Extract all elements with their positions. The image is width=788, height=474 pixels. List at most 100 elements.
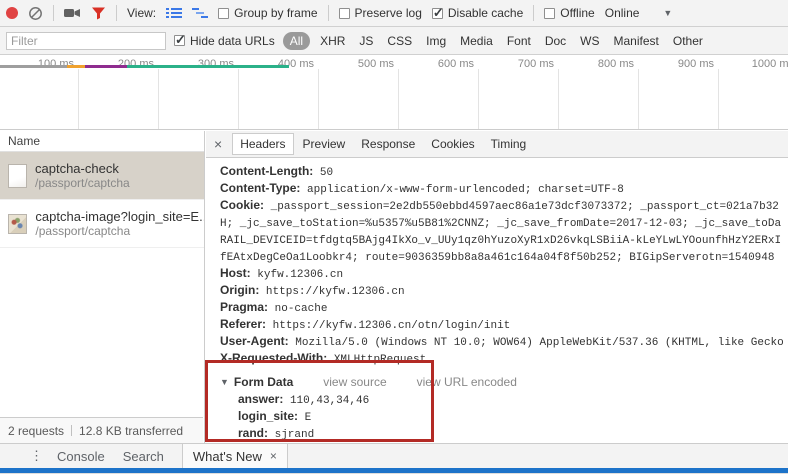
timeline-tick-label: 500 ms: [357, 58, 394, 70]
tab-headers[interactable]: Headers: [232, 133, 294, 155]
header-value-continuation: H; _jc_save_toStation=%u5357%u5B81%2CNNZ…: [220, 218, 782, 230]
filter-button[interactable]: [91, 6, 106, 20]
param-name: answer:: [238, 392, 284, 406]
filter-type-font[interactable]: Font: [503, 32, 535, 50]
header-name: Content-Type:: [220, 181, 301, 195]
disclosure-triangle-icon: ▼: [220, 377, 229, 387]
filter-type-ws[interactable]: WS: [576, 32, 603, 50]
close-icon[interactable]: ×: [212, 136, 230, 152]
resource-type-filters: All XHR JS CSS Img Media Font Doc WS Manifest Othe…: [282, 31, 707, 50]
transferred-size: 12.8 KB transferred: [79, 423, 184, 438]
toolbar-separator: [116, 5, 117, 21]
request-row-captcha-check[interactable]: captcha-check/passport/captcha: [0, 152, 204, 200]
timeline-gridline: [318, 69, 319, 129]
tab-whats-new[interactable]: What's New ×: [181, 444, 288, 468]
param-value: 110,43,34,46: [283, 395, 370, 407]
offline-checkbox[interactable]: Offline: [544, 6, 595, 20]
timeline-tick-label: 900 ms: [677, 58, 714, 70]
devtools-network-panel: View: Group by frame Preserve log Disabl…: [0, 0, 788, 474]
requests-count: 2 requests: [8, 423, 65, 438]
filter-type-doc[interactable]: Doc: [541, 32, 570, 50]
form-data-section-header[interactable]: ▼ Form Data view source view URL encoded: [220, 374, 788, 391]
tab-preview[interactable]: Preview: [296, 134, 353, 154]
throttling-select[interactable]: Online: [605, 6, 640, 20]
view-url-encoded-link[interactable]: view URL encoded: [417, 374, 517, 391]
preserve-log-checkbox[interactable]: Preserve log: [338, 6, 422, 20]
overview-activity-segment: [85, 65, 127, 68]
request-text: captcha-check/passport/captcha: [35, 161, 130, 190]
chevron-down-icon[interactable]: ▼: [663, 8, 672, 18]
hide-data-urls-checkbox[interactable]: Hide data URLs: [174, 32, 275, 48]
header-line: User-Agent: Mozilla/5.0 (Windows NT 10.0…: [220, 333, 788, 350]
timeline-gridline: [78, 69, 79, 129]
network-overview-timeline[interactable]: 100 ms 200 ms 300 ms 400 ms 500 ms 600 ms 700 …: [0, 55, 788, 130]
show-overview-button[interactable]: [192, 7, 209, 19]
header-name: Origin:: [220, 283, 260, 297]
header-value: 50: [313, 167, 334, 179]
request-name: captcha-image?login_site=E...: [35, 209, 204, 224]
summary-divider: [71, 425, 73, 436]
filter-type-all[interactable]: All: [282, 31, 311, 50]
filter-type-css[interactable]: CSS: [383, 32, 416, 50]
request-row-captcha-image[interactable]: captcha-image?login_site=E.../passport/c…: [0, 200, 204, 248]
form-data-title: Form Data: [233, 375, 294, 389]
header-line: Host: kyfw.12306.cn: [220, 265, 788, 282]
name-column-header[interactable]: Name: [0, 131, 204, 152]
header-value: https://kyfw.12306.cn/otn/login/init: [266, 320, 511, 332]
record-button[interactable]: [6, 7, 18, 19]
disable-cache-checkbox[interactable]: Disable cache: [431, 5, 523, 21]
param-value: sjrand: [268, 429, 315, 441]
whats-new-panel-edge: [0, 468, 788, 473]
drawer-tab-console[interactable]: Console: [57, 449, 105, 464]
list-view-icon: [166, 8, 183, 18]
filter-toolbar: Hide data URLs All XHR JS CSS Img Media Font Do…: [0, 27, 788, 55]
checkbox-label: Hide data URLs: [190, 33, 275, 48]
param-name: rand:: [238, 426, 268, 440]
header-name: X-Requested-With:: [220, 351, 328, 365]
timeline-tick-label: 200 ms: [117, 58, 154, 70]
checkbox-icon: [218, 7, 230, 19]
waterfall-icon: [192, 8, 209, 18]
capture-screenshots-button[interactable]: [64, 7, 81, 19]
tab-response[interactable]: Response: [354, 134, 422, 154]
filter-type-js[interactable]: JS: [355, 32, 377, 50]
header-value-continuation: RAIL_DEVICEID=tfdgtq5BAjg4IkXo_v_UUy1qz0…: [220, 235, 782, 247]
tab-cookies[interactable]: Cookies: [424, 134, 481, 154]
tab-timing[interactable]: Timing: [484, 134, 534, 154]
checkbox-icon: [544, 7, 556, 19]
form-data-param: rand: sjrand: [220, 425, 788, 442]
view-source-link[interactable]: view source: [323, 374, 386, 391]
header-value: application/x-www-form-urlencoded; chars…: [300, 184, 624, 196]
checkbox-icon: [174, 32, 186, 48]
header-value: https://kyfw.12306.cn: [259, 286, 405, 298]
detail-tabs-bar: × Headers Preview Response Cookies Timing: [206, 131, 788, 158]
filter-type-manifest[interactable]: Manifest: [610, 32, 663, 50]
checkbox-label: Preserve log: [354, 6, 422, 20]
header-line: H; _jc_save_toStation=%u5357%u5B81%2CNNZ…: [220, 214, 788, 231]
toolbar-separator: [327, 5, 329, 21]
filter-input[interactable]: [6, 31, 166, 50]
kebab-menu-icon[interactable]: ⋮: [30, 448, 43, 464]
timeline-gridline: [158, 69, 159, 129]
header-line: X-Requested-With: XMLHttpRequest: [220, 350, 788, 367]
header-line: Referer: https://kyfw.12306.cn/otn/login…: [220, 316, 788, 333]
clear-button[interactable]: [28, 6, 43, 21]
timeline-tick-label: 600 ms: [437, 58, 474, 70]
close-icon[interactable]: ×: [270, 449, 277, 463]
use-small-rows-button[interactable]: [166, 7, 183, 19]
group-by-frame-checkbox[interactable]: Group by frame: [218, 6, 318, 20]
header-value: no-cache: [268, 303, 328, 315]
filter-type-xhr[interactable]: XHR: [316, 32, 349, 50]
network-summary-bar: 2 requests 12.8 KB transferred: [0, 417, 203, 443]
filter-type-img[interactable]: Img: [422, 32, 450, 50]
drawer-tab-search[interactable]: Search: [123, 449, 164, 464]
header-value: kyfw.12306.cn: [250, 269, 344, 281]
filter-type-media[interactable]: Media: [456, 32, 497, 50]
drawer-tabs: Console Search: [57, 444, 182, 468]
timeline-gridline: [638, 69, 639, 129]
toolbar-separator: [53, 5, 54, 21]
filter-type-other[interactable]: Other: [669, 32, 707, 50]
checkbox-icon: [338, 7, 350, 19]
request-text: captcha-image?login_site=E.../passport/c…: [35, 209, 204, 238]
clear-icon: [29, 6, 42, 20]
